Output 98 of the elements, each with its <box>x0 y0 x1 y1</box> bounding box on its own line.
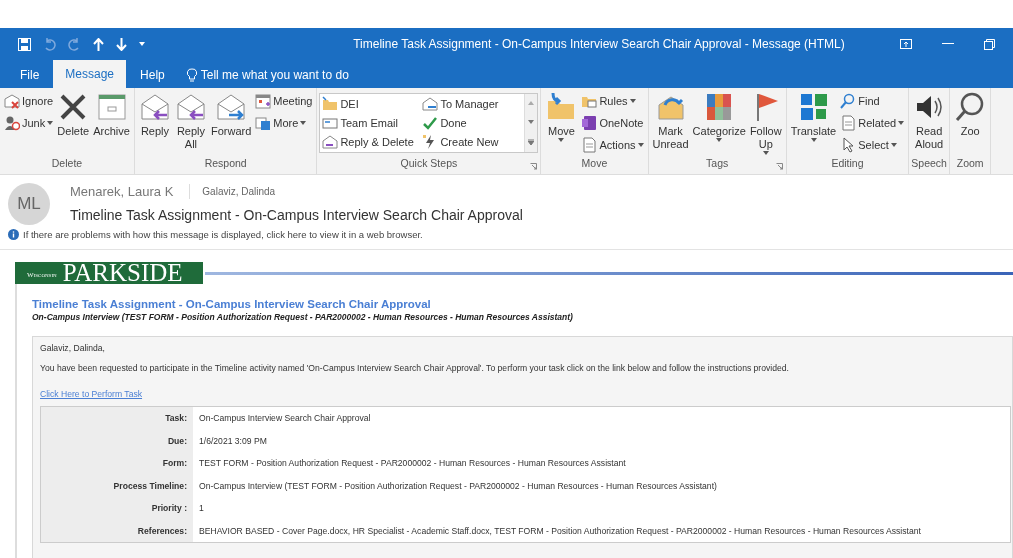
caret-icon <box>762 151 769 155</box>
ribbon-button[interactable]: Translate <box>788 91 839 142</box>
quick-step[interactable]: Team Email <box>320 113 421 133</box>
caret-icon <box>47 121 54 125</box>
ribbon-button[interactable]: Archive <box>91 91 132 138</box>
detail-label: Task: <box>40 406 193 430</box>
ribbon-button[interactable]: Read Aloud <box>911 91 948 151</box>
caret-icon <box>810 138 817 142</box>
detail-label: Priority : <box>40 497 193 520</box>
ribbon-button[interactable]: OneNote <box>579 113 646 133</box>
detail-label: Process Timeline: <box>40 474 193 497</box>
folder-icon <box>322 96 339 112</box>
person-block-icon <box>4 115 20 131</box>
detail-value: TEST FORM - Position Authorization Request - PAR2000002 - Human Resources - Human Resources Assistant <box>193 452 1011 475</box>
search-icon <box>840 93 857 109</box>
ribbon-tab[interactable]: Help <box>128 62 177 88</box>
ribbon-button[interactable]: Delete <box>55 91 92 138</box>
dialog-launcher-icon[interactable] <box>530 163 538 170</box>
caret-icon <box>716 138 723 142</box>
envelope-icon <box>322 115 339 131</box>
group-label: Move <box>581 156 608 171</box>
group-label: Tags <box>706 156 729 171</box>
quick-step[interactable]: To Manager <box>420 94 525 114</box>
ribbon-display-icon[interactable] <box>900 39 912 49</box>
detail-label: Form: <box>40 452 193 475</box>
scroll-down-icon[interactable] <box>528 120 535 124</box>
sender-name: Menarek, Laura K <box>70 184 191 199</box>
up-arrow-icon[interactable] <box>93 37 104 51</box>
caret-icon <box>300 121 307 125</box>
archive-box-icon <box>95 91 128 123</box>
detail-value: On-Campus Interview (TEST FORM - Position Authorization Request - PAR2000002 - Human Resources - Human Resources Assistant) <box>193 474 1011 497</box>
quick-step[interactable]: Create New <box>420 132 525 152</box>
paragraph: You have been requested to participate in the Timeline activity named 'On-Campus Interview Search Chair Approval'. To perform your task click on the link below and follow the instructions provided. <box>40 363 790 373</box>
quick-step[interactable]: DEI <box>320 94 421 114</box>
detail-value: BEHAVIOR BASED - Cover Page.docx, HR Specialist - Academic Staff.docx, TEST FORM - Position Authorization Request - PAR2000002 - Human Resources - Human Resources Assistant <box>193 519 1011 543</box>
calendar-icon <box>255 93 272 109</box>
info-bar[interactable]: If there are problems with how this message is displayed, click here to view it in a web browser. <box>23 229 423 240</box>
detail-value: On-Campus Interview Search Chair Approval <box>193 406 1011 430</box>
caret-icon <box>890 143 897 147</box>
document-icon <box>581 137 598 153</box>
detail-value: 1 <box>193 497 1011 520</box>
quick-step[interactable]: Reply & Delete <box>320 132 421 152</box>
email-title: Timeline Task Assignment - On-Campus Interview Search Chair Approval <box>32 298 432 310</box>
ribbon-tab[interactable]: File <box>8 62 52 88</box>
message-subject: Timeline Task Assignment - On-Campus Interview Search Chair Approval <box>70 207 523 223</box>
restore-icon[interactable] <box>984 38 995 50</box>
document-icon <box>840 115 857 131</box>
ribbon-button[interactable]: Ignore <box>2 91 56 111</box>
window-stack-icon <box>255 115 272 131</box>
group-label: Zoom <box>956 156 984 171</box>
group-label: Delete <box>51 156 83 171</box>
ribbon-button[interactable]: Forward <box>208 91 254 138</box>
expand-icon[interactable] <box>528 138 535 145</box>
customize-icon[interactable] <box>139 42 145 46</box>
ribbon-button[interactable]: Reply <box>136 91 173 138</box>
perform-task-link[interactable]: Click Here to Perform Task <box>40 389 143 399</box>
ribbon-button[interactable]: Follow Up <box>747 91 784 155</box>
notebook-icon <box>581 115 598 131</box>
tell-me-field[interactable]: Tell me what you want to do <box>178 62 349 88</box>
minimize-icon[interactable] <box>942 43 954 45</box>
avatar: ML <box>8 183 50 225</box>
caret-icon <box>637 143 644 147</box>
check-icon <box>422 115 439 131</box>
save-icon[interactable] <box>18 37 31 51</box>
group-label: Editing <box>831 156 864 171</box>
ribbon-button[interactable]: Select <box>838 135 907 155</box>
group-label: Quick Steps <box>400 156 458 171</box>
lightbulb-icon <box>186 68 197 82</box>
caret-icon <box>898 121 905 125</box>
detail-label: Due: <box>40 429 193 452</box>
ribbon-button[interactable]: More <box>253 113 315 133</box>
ribbon-button[interactable]: Find <box>838 91 907 111</box>
recipient-name: Galaviz, Dalinda <box>202 186 276 197</box>
envelope-x-icon <box>4 93 20 109</box>
detail-label: References: <box>40 519 193 543</box>
ribbon-button[interactable]: Junk <box>2 113 56 133</box>
ribbon-button[interactable]: Categorize <box>690 91 748 142</box>
info-icon <box>8 229 19 240</box>
ribbon-button[interactable]: Move <box>543 91 580 142</box>
group-label: Respond <box>204 156 247 171</box>
window-title: Timeline Task Assignment - On-Campus Interview Search Chair Approval - Message (HTML) <box>352 37 846 51</box>
group-label: Speech <box>911 156 947 171</box>
ribbon-button[interactable]: Reply All <box>172 91 209 151</box>
ribbon-button[interactable]: Rules <box>579 91 646 111</box>
caret-icon <box>629 99 636 103</box>
detail-value: 1/6/2021 3:09 PM <box>193 429 1011 452</box>
dialog-launcher-icon[interactable] <box>775 163 783 170</box>
ribbon-button[interactable]: Mark Unread <box>650 91 691 151</box>
ribbon-button[interactable]: Zoo <box>952 91 989 138</box>
caret-icon <box>558 138 565 142</box>
down-arrow-icon[interactable] <box>116 37 127 51</box>
ribbon-tab[interactable]: Message <box>53 60 127 88</box>
ribbon-button[interactable]: Meeting <box>253 91 315 111</box>
email-subtitle: On-Campus Interview (TEST FORM - Position Authorization Request - PAR2000002 - Human Resources - Human Resources Assistant) <box>32 312 574 322</box>
greeting: Galaviz, Dalinda, <box>40 343 106 353</box>
quick-step[interactable]: Done <box>420 113 525 133</box>
ribbon-button[interactable]: Actions <box>579 135 646 155</box>
ribbon-button[interactable]: Related <box>838 113 907 133</box>
